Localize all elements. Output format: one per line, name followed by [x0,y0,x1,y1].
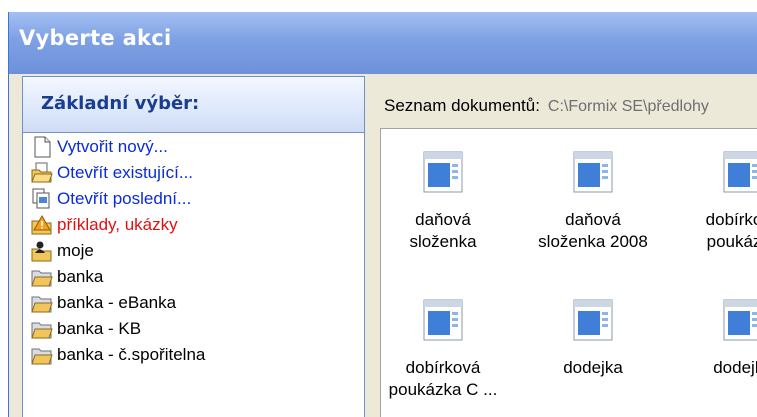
document-item[interactable]: dobírková poukázka C ... [383,299,503,401]
document-item[interactable]: daňová složenka [383,151,503,253]
action-open-existing[interactable]: Otevřít existující... [23,160,364,186]
form-document-icon [573,299,613,341]
folder-icon [31,344,55,366]
document-grid[interactable]: daňová složenka daňová složenka 2008 dob… [380,128,757,417]
user-folder-icon [31,240,55,262]
document-name-line1: dodejka [563,358,623,377]
recent-documents-icon [31,188,55,210]
action-examples[interactable]: příklady, ukázky [23,212,364,238]
action-label: Otevřít existující... [57,163,194,182]
document-item[interactable]: dodejka [683,299,757,379]
form-document-icon [723,151,757,193]
document-list-panel: Seznam dokumentů: C:\Formix SE\předlohy d… [376,76,757,417]
document-name-line2: poukázka [706,232,757,251]
folder-label: moje [57,241,94,260]
basic-selection-title: Základní výběr: [41,93,200,114]
document-name-line1: dobírková [405,358,481,377]
folder-banka-cs[interactable]: banka - č.spořitelna [23,342,364,368]
document-name-line1: dobírková [705,210,757,229]
basic-selection-panel: Základní výběr: Vytvořit nový... Otevřít… [22,76,365,417]
folder-label: banka - KB [57,319,142,338]
action-label: příklady, ukázky [57,215,178,234]
action-label: Vytvořit nový... [57,137,168,156]
form-document-icon [423,299,463,341]
document-item[interactable]: daňová složenka 2008 [533,151,653,253]
window-title: Vyberte akci [19,26,172,50]
folder-label: banka - eBanka [57,293,177,312]
document-name-line1: daňová [565,210,621,229]
document-path: C:\Formix SE\předlohy [547,98,709,115]
folder-label: banka [57,267,104,286]
form-document-icon [573,151,613,193]
form-document-icon [723,299,757,341]
folder-banka-kb[interactable]: banka - KB [23,316,364,342]
form-document-icon [423,151,463,193]
folder-icon [31,318,55,340]
folder-label: banka - č.spořitelna [57,345,206,364]
document-list-title: Seznam dokumentů: [384,96,540,115]
examples-folder-icon [31,214,55,236]
document-name-line2: poukázka C ... [388,380,498,399]
action-label: Otevřít poslední... [57,189,192,208]
open-folder-icon [31,162,55,184]
basic-selection-header: Základní výběr: [23,77,364,133]
document-name-line2: složenka [409,232,477,251]
folder-icon [31,292,55,314]
document-name-line1: dodejka [713,358,757,377]
title-bar[interactable]: Vyberte akci [9,12,757,74]
action-list: Vytvořit nový... Otevřít existující... O… [23,134,364,368]
new-document-icon [31,136,55,158]
folder-icon [31,266,55,288]
folder-banka-ebanka[interactable]: banka - eBanka [23,290,364,316]
folder-banka[interactable]: banka [23,264,364,290]
select-action-window: Vyberte akci Základní výběr: Vytvořit no… [8,12,757,417]
document-name-line2: složenka 2008 [538,232,648,251]
document-list-label: Seznam dokumentů: C:\Formix SE\předlohy [384,96,709,116]
document-item[interactable]: dobírková poukázka [683,151,757,253]
document-item[interactable]: dodejka [533,299,653,379]
action-create-new[interactable]: Vytvořit nový... [23,134,364,160]
document-name-line1: daňová [415,210,471,229]
folder-moje[interactable]: moje [23,238,364,264]
action-open-recent[interactable]: Otevřít poslední... [23,186,364,212]
